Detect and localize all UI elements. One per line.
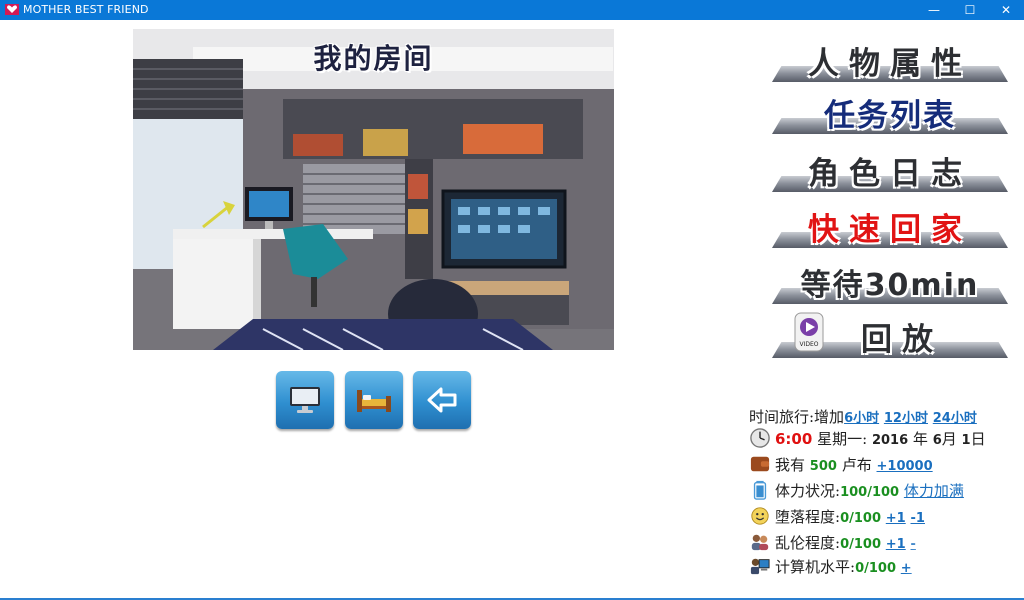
wait-30min-button[interactable]: 等待30min [772,258,1008,308]
task-list-button[interactable]: 任务列表 [772,88,1008,138]
button-label: 快速回家 [808,212,972,248]
time-travel-label: 时间旅行:增加 [749,408,845,426]
minimize-button[interactable]: — [916,0,952,20]
close-button[interactable]: ✕ [988,0,1024,20]
room-image: 我的房间 [133,29,614,350]
clock-row: 6:00 星期一: 2016 年 6月 1日 [749,428,986,449]
incest-plus-link[interactable]: +1 [886,537,906,552]
bed-icon [357,390,391,412]
monitor-icon [290,387,320,413]
year: 2016 [871,433,909,448]
window-titlebar: MOTHER BEST FRIEND — ☐ ✕ [0,0,1024,20]
clock-icon [750,428,770,448]
computer-skill-label: 计算机水平: [775,558,856,576]
stamina-row: 体力状况:100/100 体力加满 [749,480,964,501]
money-row: 我有 500 卢布 +10000 [749,454,933,475]
add-24-hours-link[interactable]: 24小时 [933,411,977,426]
refill-stamina-link[interactable]: 体力加满 [904,482,964,500]
money-unit: 卢布 [841,456,872,474]
replay-button[interactable]: VIDEO 回放 [772,312,1008,362]
button-label: 回放 [861,322,943,358]
character-diary-button[interactable]: 角色日志 [772,146,1008,196]
computer-skill-value: 0/100 [855,561,896,576]
month: 6 [932,433,942,448]
button-label: 等待30min [800,268,980,303]
maximize-button[interactable]: ☐ [952,0,988,20]
people-icon [751,534,769,551]
close-icon: ✕ [1000,3,1012,17]
time-travel-row: 时间旅行:增加6小时 12小时 24小时 [749,406,977,427]
add-money-link[interactable]: +10000 [877,459,933,474]
year-unit: 年 [912,430,928,448]
add-12-hours-link[interactable]: 12小时 [884,411,928,426]
back-arrow-icon [427,387,457,413]
stamina-label: 体力状况: [775,482,841,500]
add-6-hours-link[interactable]: 6小时 [844,411,879,426]
weekday: 星期一: [817,430,868,448]
bedroom-illustration [133,29,614,350]
incest-value: 0/100 [840,537,881,552]
corruption-plus-link[interactable]: +1 [886,511,906,526]
smiley-icon [751,507,769,525]
corruption-label: 堕落程度: [775,508,841,526]
money-amount: 500 [809,459,837,474]
use-computer-button[interactable] [276,371,334,429]
incest-row: 乱伦程度:0/100 +1 - [749,532,916,553]
stamina-value: 100/100 [840,485,900,500]
button-label: 角色日志 [808,156,972,192]
back-button[interactable] [413,371,471,429]
button-label: 人物属性 [808,46,972,82]
button-label: 任务列表 [824,98,956,134]
month-unit: 月 [941,430,957,448]
current-time: 6:00 [775,430,813,448]
day: 1 [961,433,971,448]
status-fade-overlay [905,528,1015,576]
quick-home-button[interactable]: 快速回家 [772,202,1008,252]
computer-skill-row: 计算机水平:0/100 + [749,556,912,577]
corruption-row: 堕落程度:0/100 +1 -1 [749,506,925,527]
incest-label: 乱伦程度: [775,534,841,552]
character-attributes-button[interactable]: 人物属性 [772,36,1008,86]
computer-user-icon [750,558,770,575]
wallet-icon [750,456,770,472]
room-title: 我的房间 [313,42,434,75]
corruption-minus-link[interactable]: -1 [911,511,925,526]
money-prefix: 我有 [775,456,806,474]
maximize-icon: ☐ [964,3,976,17]
corruption-value: 0/100 [840,511,881,526]
sleep-button[interactable] [345,371,403,429]
day-unit: 日 [970,430,986,448]
window-title: MOTHER BEST FRIEND [23,3,149,16]
app-heart-icon [5,4,19,15]
battery-icon [753,480,767,500]
minimize-icon: — [928,3,940,17]
